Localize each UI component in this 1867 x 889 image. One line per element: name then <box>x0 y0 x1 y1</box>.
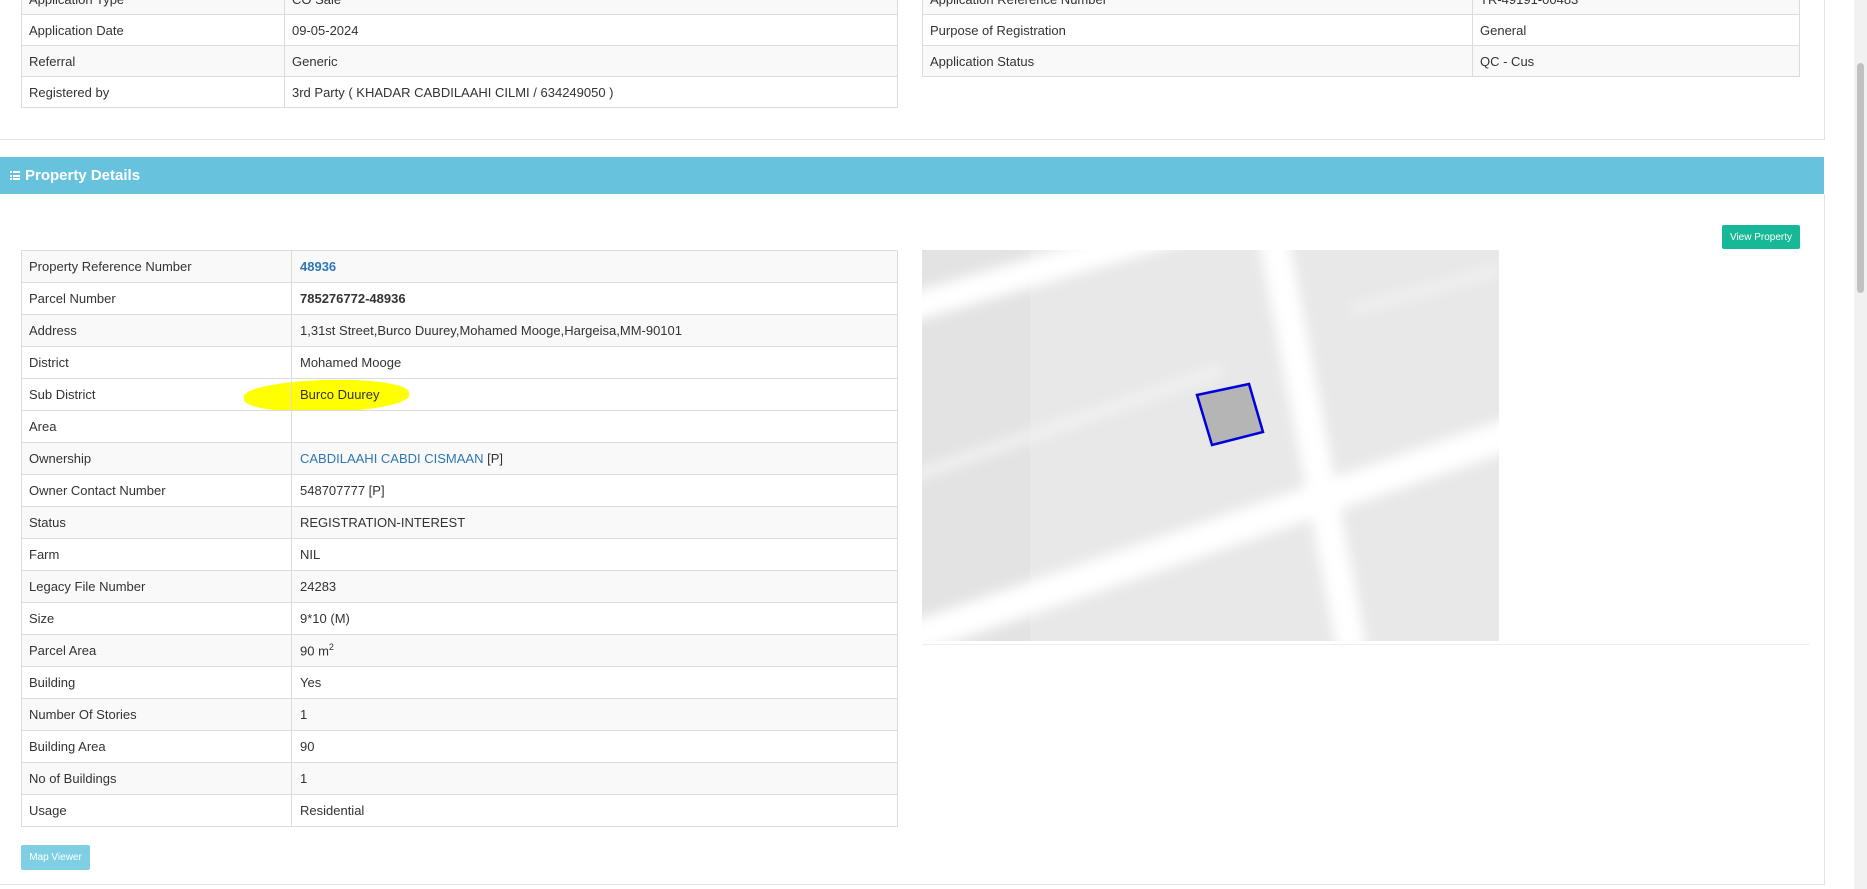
table-row: No of Buildings 1 <box>21 762 898 795</box>
view-property-button[interactable]: View Property <box>1722 225 1800 249</box>
map-viewer-button[interactable]: Map Viewer <box>21 845 90 870</box>
purpose-value: General <box>1472 14 1800 46</box>
legacy-file-value: 24283 <box>291 570 898 603</box>
ownership-value: CABDILAAHI CABDI CISMAAN [P] <box>291 442 898 475</box>
table-row: Referral Generic <box>21 45 898 77</box>
no-of-buildings-value: 1 <box>291 762 898 795</box>
parcel-number-value: 785276772-48936 <box>291 282 898 315</box>
usage-label: Usage <box>21 794 292 827</box>
size-label: Size <box>21 602 292 635</box>
area-label: Area <box>21 410 292 443</box>
building-area-label: Building Area <box>21 730 292 763</box>
table-row: Number Of Stories 1 <box>21 698 898 731</box>
area-value <box>291 410 898 443</box>
sub-district-label: Sub District <box>21 378 292 411</box>
table-row: Application Type CO Sale <box>21 0 898 15</box>
application-date-label: Application Date <box>21 14 285 46</box>
table-row: Area <box>21 410 898 443</box>
table-row: Purpose of Registration General <box>922 14 1800 46</box>
stories-label: Number Of Stories <box>21 698 292 731</box>
owner-type: [P] <box>483 451 504 466</box>
sub-district-value: Burco Duurey <box>291 378 898 411</box>
table-row: Size 9*10 (M) <box>21 602 898 635</box>
address-value: 1,31st Street,Burco Duurey,Mohamed Mooge… <box>291 314 898 347</box>
table-row: Status REGISTRATION-INTEREST <box>21 506 898 539</box>
referral-label: Referral <box>21 45 285 77</box>
application-type-value: CO Sale <box>284 0 898 15</box>
application-type-label: Application Type <box>21 0 285 15</box>
registered-by-label: Registered by <box>21 76 285 108</box>
ownership-label: Ownership <box>21 442 292 475</box>
application-details-left-table: Application Type CO Sale Application Dat… <box>21 0 898 108</box>
application-reference-label: Application Reference Number <box>922 0 1473 15</box>
divider <box>922 644 1810 645</box>
district-value: Mohamed Mooge <box>291 346 898 379</box>
application-date-value: 09-05-2024 <box>284 14 898 46</box>
owner-link[interactable]: CABDILAAHI CABDI CISMAAN <box>300 451 484 466</box>
list-icon <box>10 171 20 180</box>
usage-value: Residential <box>291 794 898 827</box>
table-row: Usage Residential <box>21 794 898 827</box>
page-scrollbar[interactable] <box>1854 0 1867 889</box>
purpose-label: Purpose of Registration <box>922 14 1473 46</box>
building-value: Yes <box>291 666 898 699</box>
scrollbar-thumb[interactable] <box>1857 63 1864 293</box>
table-row: Building Area 90 <box>21 730 898 763</box>
table-row: Registered by 3rd Party ( KHADAR CABDILA… <box>21 76 898 108</box>
parcel-map-image[interactable] <box>922 250 1499 641</box>
property-details-title: Property Details <box>25 167 141 184</box>
property-details-header[interactable]: Property Details <box>0 157 1824 194</box>
farm-label: Farm <box>21 538 292 571</box>
registered-by-value: 3rd Party ( KHADAR CABDILAAHI CILMI / 63… <box>284 76 898 108</box>
table-row: Sub District Burco Duurey <box>21 378 898 411</box>
application-reference-value: TR-49191-00483 <box>1472 0 1800 15</box>
building-area-value: 90 <box>291 730 898 763</box>
parcel-area-value: 90 m2 <box>291 634 898 667</box>
parcel-area-unit-exponent: 2 <box>328 642 334 653</box>
stories-value: 1 <box>291 698 898 731</box>
table-row: Property Reference Number 48936 <box>21 250 898 283</box>
property-reference-link[interactable]: 48936 <box>300 259 336 274</box>
owner-contact-value: 548707777 [P] <box>291 474 898 507</box>
status-value: REGISTRATION-INTEREST <box>291 506 898 539</box>
table-row: Application Status QC - Cus <box>922 45 1800 77</box>
status-label: Status <box>21 506 292 539</box>
farm-value: NIL <box>291 538 898 571</box>
legacy-file-label: Legacy File Number <box>21 570 292 603</box>
table-row: Farm NIL <box>21 538 898 571</box>
application-status-value: QC - Cus <box>1472 45 1800 77</box>
table-row: Application Reference Number TR-49191-00… <box>922 0 1800 15</box>
application-status-label: Application Status <box>922 45 1473 77</box>
table-row: Parcel Number 785276772-48936 <box>21 282 898 315</box>
table-row: Parcel Area 90 m2 <box>21 634 898 667</box>
table-row: Building Yes <box>21 666 898 699</box>
address-label: Address <box>21 314 292 347</box>
building-label: Building <box>21 666 292 699</box>
table-row: Address 1,31st Street,Burco Duurey,Moham… <box>21 314 898 347</box>
size-value: 9*10 (M) <box>291 602 898 635</box>
no-of-buildings-label: No of Buildings <box>21 762 292 795</box>
parcel-number-label: Parcel Number <box>21 282 292 315</box>
parcel-area-number: 90 m <box>300 643 329 659</box>
table-row: Ownership CABDILAAHI CABDI CISMAAN [P] <box>21 442 898 475</box>
district-label: District <box>21 346 292 379</box>
property-details-table: Property Reference Number 48936 Parcel N… <box>21 250 898 827</box>
table-row: District Mohamed Mooge <box>21 346 898 379</box>
owner-contact-label: Owner Contact Number <box>21 474 292 507</box>
application-details-right-table: Application Reference Number TR-49191-00… <box>922 0 1800 77</box>
parcel-area-label: Parcel Area <box>21 634 292 667</box>
referral-value: Generic <box>284 45 898 77</box>
table-row: Application Date 09-05-2024 <box>21 14 898 46</box>
property-reference-label: Property Reference Number <box>21 250 292 283</box>
table-row: Owner Contact Number 548707777 [P] <box>21 474 898 507</box>
parcel-map-svg <box>922 250 1499 641</box>
table-row: Legacy File Number 24283 <box>21 570 898 603</box>
